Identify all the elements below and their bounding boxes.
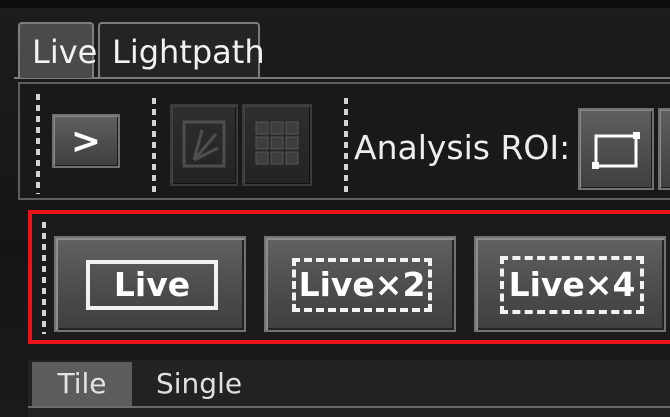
tab-lightpath[interactable]: Lightpath	[98, 22, 265, 78]
roi-rectangle-icon	[592, 132, 640, 169]
toolbar-separator	[152, 98, 156, 194]
live-x4-button-label: Live×4	[500, 256, 644, 314]
live-button[interactable]: Live	[54, 236, 246, 332]
toolbar-grip	[36, 94, 40, 194]
tab-tile[interactable]: Tile	[32, 362, 132, 406]
view-tab-divider	[28, 406, 670, 408]
analysis-roi-button[interactable]	[578, 108, 654, 190]
live-x4-button[interactable]: Live×4	[474, 236, 666, 332]
live-button-label: Live	[86, 260, 218, 310]
live-control-screen: Live Lightpath > Analysis ROI: Live Live…	[0, 0, 670, 417]
toolbar-separator	[344, 98, 348, 194]
image-adjust-icon	[182, 120, 226, 168]
live-panel-grip	[42, 222, 46, 334]
live-x2-button[interactable]: Live×2	[264, 236, 456, 332]
tab-divider	[14, 77, 670, 79]
image-adjust-button[interactable]	[170, 104, 238, 186]
tab-single[interactable]: Single	[156, 362, 242, 406]
tab-live[interactable]: Live	[18, 22, 97, 78]
grid-button[interactable]	[242, 104, 312, 186]
toolbar-next-button[interactable]	[658, 108, 670, 190]
grid-icon	[255, 121, 299, 165]
analysis-roi-label: Analysis ROI:	[354, 128, 571, 167]
chevron-right-icon: >	[70, 121, 102, 162]
live-x2-button-label: Live×2	[292, 258, 432, 312]
play-button[interactable]: >	[52, 114, 120, 168]
top-edge	[0, 0, 670, 8]
